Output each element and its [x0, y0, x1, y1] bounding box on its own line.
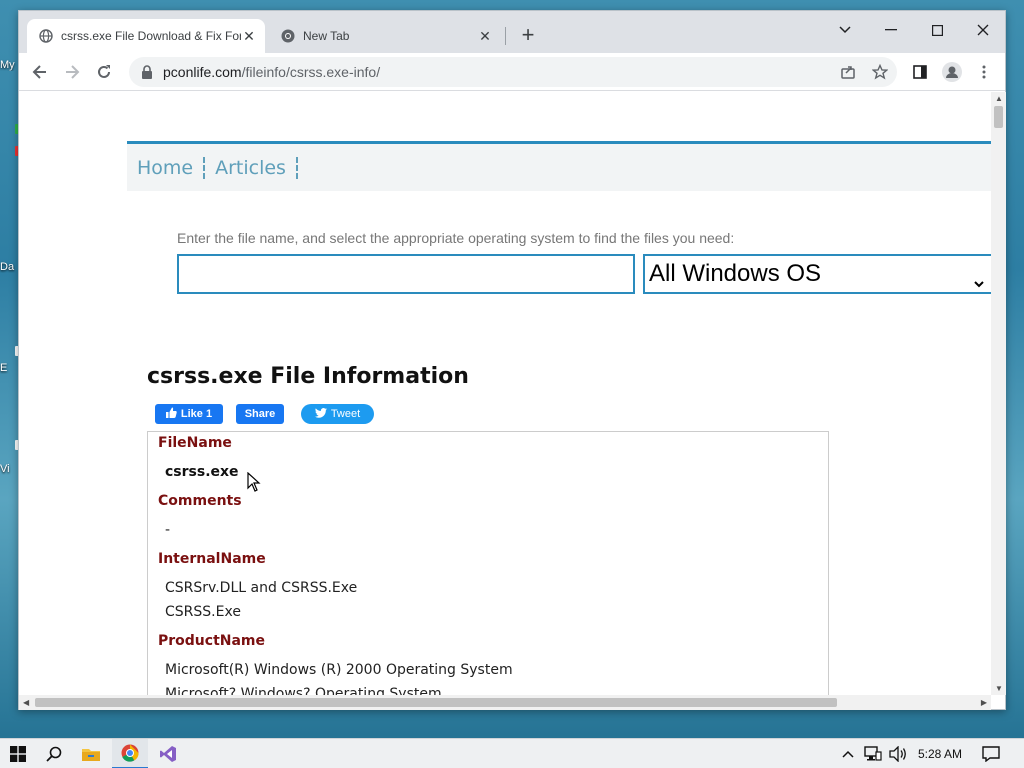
info-value: Microsoft(R) Windows (R) 2000 Operating … — [165, 662, 513, 678]
network-icon[interactable] — [864, 739, 882, 768]
info-key-internalname: InternalName — [158, 551, 266, 567]
tab-title: csrss.exe File Download & Fix For — [61, 29, 241, 43]
tray-chevron-icon[interactable] — [842, 739, 854, 768]
close-window-button[interactable] — [961, 15, 1005, 45]
menu-kebab-icon[interactable] — [971, 59, 997, 85]
forward-button[interactable] — [59, 59, 85, 85]
chrome-icon — [281, 29, 295, 43]
horizontal-scroll-thumb[interactable] — [35, 698, 837, 707]
search-icon[interactable] — [36, 739, 72, 768]
tab-new-tab[interactable]: New Tab ✕ — [269, 19, 501, 53]
info-value: CSRSS.Exe — [165, 604, 241, 620]
globe-icon — [39, 29, 53, 43]
page-title: csrss.exe File Information — [147, 364, 469, 389]
os-select[interactable]: All Windows OS — [643, 254, 991, 294]
volume-icon[interactable] — [889, 739, 907, 768]
scroll-right-arrow-icon[interactable]: ▶ — [981, 698, 987, 707]
info-value: csrss.exe — [165, 464, 239, 480]
minimize-button[interactable] — [869, 15, 913, 45]
share-label: Share — [244, 408, 276, 420]
close-tab-icon[interactable]: ✕ — [241, 28, 257, 44]
search-hint: Enter the file name, and select the appr… — [177, 230, 735, 246]
desktop-icon-label[interactable]: Vi — [0, 463, 18, 475]
start-windows-icon[interactable] — [0, 739, 36, 768]
profile-avatar-icon[interactable] — [939, 59, 965, 85]
tab-strip: csrss.exe File Download & Fix For ✕ New … — [19, 11, 1005, 53]
desktop-icon-label[interactable]: Da — [0, 261, 18, 273]
like-label: Like 1 — [180, 408, 213, 420]
lock-icon[interactable] — [141, 65, 153, 79]
maximize-button[interactable] — [915, 15, 959, 45]
info-key-productname: ProductName — [158, 633, 266, 649]
mouse-cursor-icon — [247, 471, 261, 497]
scroll-up-arrow-icon[interactable]: ▲ — [995, 94, 1003, 103]
url-path: /fileinfo/csrss.exe-info/ — [241, 64, 381, 80]
reload-button[interactable] — [91, 59, 117, 85]
chevron-down-icon — [973, 268, 985, 296]
scroll-left-arrow-icon[interactable]: ◀ — [23, 698, 29, 707]
close-tab-icon[interactable]: ✕ — [477, 28, 493, 44]
url-host: pconlife.com — [163, 64, 242, 80]
tab-title: New Tab — [303, 29, 350, 43]
browser-toolbar: pconlife.com/fileinfo/csrss.exe-info/ — [19, 53, 1005, 91]
facebook-like-button[interactable]: Like 1 — [155, 404, 223, 424]
file-explorer-icon[interactable] — [73, 739, 109, 768]
nav-home-link[interactable]: Home — [137, 156, 206, 179]
desktop-icon-label[interactable]: E — [0, 362, 18, 374]
back-button[interactable] — [27, 59, 53, 85]
side-panel-icon[interactable] — [907, 59, 933, 85]
file-search-input[interactable] — [177, 254, 635, 294]
info-value: Microsoft? Windows? Operating System — [165, 686, 442, 695]
info-key-comments: Comments — [158, 493, 242, 509]
browser-window: csrss.exe File Download & Fix For ✕ New … — [18, 10, 1006, 710]
facebook-share-button[interactable]: Share — [236, 404, 284, 424]
vertical-scroll-thumb[interactable] — [994, 106, 1003, 128]
tweet-button[interactable]: Tweet — [301, 404, 374, 424]
vertical-scrollbar[interactable]: ▲ ▼ — [991, 92, 1006, 695]
page-viewport: Home Articles Enter the file name, and s… — [19, 92, 991, 695]
clock-time[interactable]: 5:28 AM — [918, 739, 962, 768]
file-info-box: FileName csrss.exe Comments - InternalNa… — [147, 431, 829, 695]
bookmark-star-icon[interactable] — [867, 59, 893, 85]
site-navbar: Home Articles — [127, 141, 991, 191]
desktop-icon-label[interactable]: My — [0, 59, 18, 71]
info-key-filename: FileName — [158, 435, 232, 451]
address-bar[interactable]: pconlife.com/fileinfo/csrss.exe-info/ — [129, 57, 897, 87]
new-tab-button[interactable]: + — [517, 24, 539, 47]
twitter-bird-icon — [314, 407, 327, 421]
tweet-label: Tweet — [330, 408, 361, 420]
share-icon[interactable] — [835, 59, 861, 85]
nav-articles-link[interactable]: Articles — [215, 156, 298, 179]
info-value: CSRSrv.DLL and CSRSS.Exe — [165, 580, 358, 596]
scroll-down-arrow-icon[interactable]: ▼ — [995, 684, 1003, 693]
tab-separator — [505, 27, 506, 45]
tab-search-icon[interactable] — [823, 15, 867, 45]
chrome-taskbar-icon[interactable] — [112, 739, 148, 768]
os-select-value: All Windows OS — [649, 260, 822, 287]
thumbs-up-icon — [165, 407, 177, 421]
taskbar: 5:28 AM — [0, 738, 1024, 768]
tab-csrss[interactable]: csrss.exe File Download & Fix For ✕ — [27, 19, 265, 53]
visual-studio-icon[interactable] — [150, 739, 186, 768]
horizontal-scrollbar[interactable]: ◀ ▶ — [19, 695, 991, 710]
info-value: - — [165, 522, 171, 538]
notification-icon[interactable] — [982, 739, 1000, 768]
